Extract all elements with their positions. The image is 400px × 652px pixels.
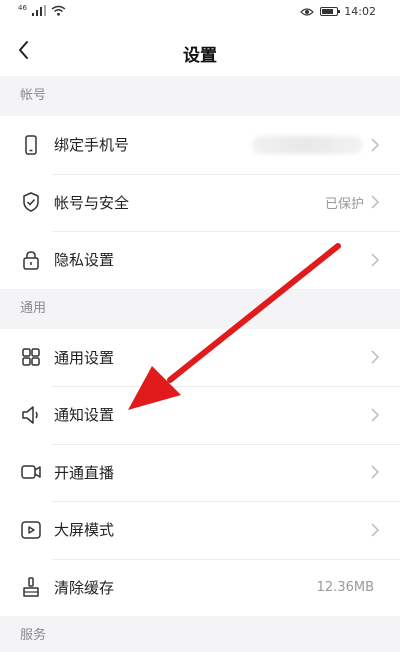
general-group: 通用设置 通知设置 开通直播 大屏模式 清除缓存 12.36MB xyxy=(0,328,400,617)
chevron-right-icon xyxy=(371,253,380,267)
shield-icon xyxy=(20,191,42,213)
status-right: 14:02 xyxy=(300,5,376,18)
row-label: 绑定手机号 xyxy=(54,136,130,155)
page-title: 设置 xyxy=(183,46,217,66)
play-icon xyxy=(20,519,42,541)
chevron-right-icon xyxy=(371,408,380,422)
row-label: 大屏模式 xyxy=(54,521,115,540)
network-type-label: 46 xyxy=(18,3,27,12)
status-time: 14:02 xyxy=(344,5,376,18)
row-bind-phone[interactable]: 绑定手机号 xyxy=(0,116,400,174)
row-label: 隐私设置 xyxy=(54,251,115,270)
row-value: 已保护 xyxy=(324,196,364,212)
row-label: 清除缓存 xyxy=(54,578,115,597)
chevron-right-icon xyxy=(371,465,380,479)
row-big-screen-mode[interactable]: 大屏模式 xyxy=(0,501,400,559)
status-left: 46 xyxy=(18,3,66,16)
chevron-right-icon xyxy=(371,138,380,152)
phone-number-blurred xyxy=(252,135,362,154)
row-label: 通知设置 xyxy=(54,406,115,425)
speaker-icon xyxy=(20,404,42,426)
status-bar: 46 14:02 xyxy=(0,0,400,26)
signal-icon xyxy=(31,5,46,16)
cache-size-value: 12.36MB xyxy=(316,579,374,595)
row-open-live[interactable]: 开通直播 xyxy=(0,443,400,502)
row-label: 帐号与安全 xyxy=(54,193,130,212)
row-clear-cache[interactable]: 清除缓存 12.36MB xyxy=(0,558,400,617)
row-general-settings[interactable]: 通用设置 xyxy=(0,329,400,387)
eye-icon xyxy=(300,7,315,16)
section-header-service: 服务 xyxy=(0,616,400,652)
lock-icon xyxy=(20,249,42,271)
section-header-general: 通用 xyxy=(0,288,400,329)
row-notification-settings[interactable]: 通知设置 xyxy=(0,386,400,444)
section-header-account: 帐号 xyxy=(0,76,400,116)
grid-icon xyxy=(20,346,42,368)
video-camera-icon xyxy=(20,461,42,483)
navigation-bar: 设置 xyxy=(0,26,400,76)
wifi-icon xyxy=(51,5,66,16)
broom-icon xyxy=(20,576,42,598)
row-label: 开通直播 xyxy=(54,463,115,482)
chevron-right-icon xyxy=(371,350,380,364)
account-group: 绑定手机号 帐号与安全 已保护 隐私设置 xyxy=(0,116,400,289)
battery-icon xyxy=(320,7,341,16)
row-account-security[interactable]: 帐号与安全 已保护 xyxy=(0,173,400,232)
row-label: 通用设置 xyxy=(54,348,115,367)
phone-icon xyxy=(20,134,42,156)
settings-screen: 46 14:02 设置 帐号 绑定手机号 帐号与安全 已保护 隐私设置 通用 通… xyxy=(0,0,400,652)
chevron-right-icon xyxy=(371,523,380,537)
row-privacy-settings[interactable]: 隐私设置 xyxy=(0,231,400,289)
chevron-right-icon xyxy=(371,195,380,209)
